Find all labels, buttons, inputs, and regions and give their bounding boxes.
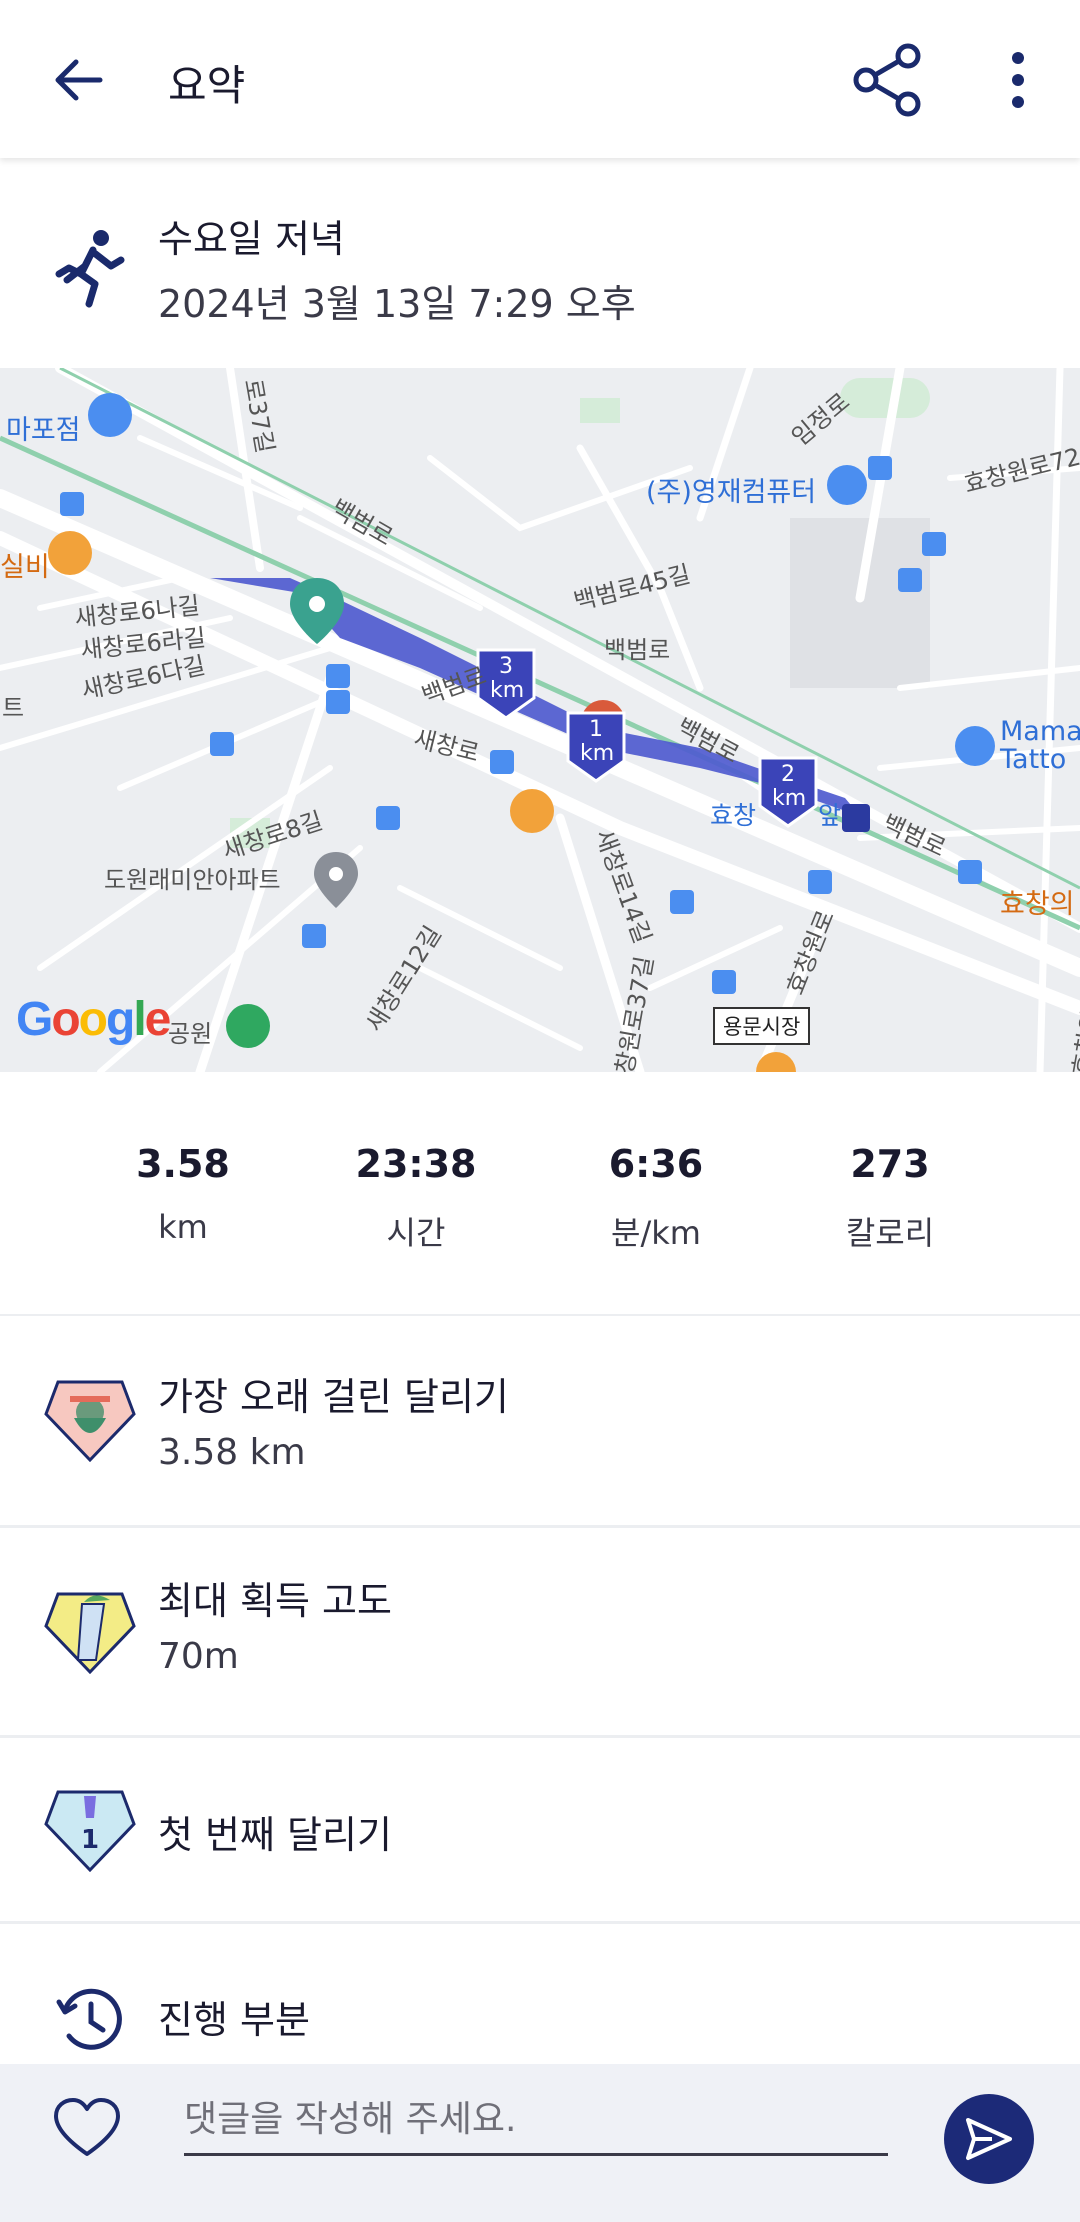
workout-header: 수요일 저녁 2024년 3월 13일 7:29 오후 — [0, 158, 1080, 368]
workout-name: 수요일 저녁 — [158, 217, 345, 261]
km-marker-2: 2 km — [772, 762, 807, 811]
stats-row: 3.58 km 23:38 시간 6:36 분/km 273 칼로리 — [0, 1072, 1080, 1316]
map-label-youngjae: (주)영재컴퓨터 — [646, 477, 817, 508]
map-label-tatto: Tatto — [1000, 744, 1067, 775]
stat-value: 6:36 — [608, 1142, 704, 1186]
map-label-mama: Mama — [1000, 716, 1080, 747]
progress-label: 진행 부분 — [158, 1998, 310, 2042]
route-map[interactable]: 3 km 1 km 2 km 마포점 실비 새창로6나길 새창로6라길 새창로6다길 … — [0, 368, 1080, 1072]
share-button[interactable] — [850, 42, 926, 118]
share-icon — [853, 43, 921, 117]
progress-clock-icon — [56, 1988, 122, 2050]
comment-input[interactable] — [184, 2086, 888, 2156]
km-marker-1: 1 km — [580, 717, 615, 766]
comment-bar — [0, 2064, 1080, 2222]
stat-value: 273 — [850, 1142, 930, 1186]
map-label-park: 공원 — [168, 1020, 213, 1048]
svg-text:1: 1 — [81, 1825, 99, 1855]
map-label-hyochang-right: 효창의 — [1000, 889, 1075, 920]
stat-unit: 시간 — [386, 1214, 446, 1252]
google-logo: Google — [16, 993, 171, 1046]
map-label-market: 용문시장 — [713, 1007, 811, 1045]
stat-unit: 칼로리 — [845, 1214, 935, 1252]
running-icon — [55, 230, 125, 308]
achievement-value: 3.58 km — [158, 1432, 306, 1473]
arrow-left-icon — [55, 59, 103, 101]
first-run-badge-icon: 1 — [44, 1790, 136, 1872]
page-title: 요약 — [168, 61, 246, 110]
map-label-teu: 트 — [2, 694, 25, 722]
like-button[interactable] — [52, 2094, 122, 2164]
map-label-baekbeom-2: 백범로 — [604, 636, 671, 664]
achievement-longest-run[interactable]: 가장 오래 걸린 달리기 3.58 km — [0, 1316, 1080, 1528]
achievement-first-run[interactable]: 1 첫 번째 달리기 — [0, 1738, 1080, 1924]
workout-datetime: 2024년 3월 13일 7:29 오후 — [158, 282, 636, 326]
map-label-hyochang-ap: 앞 — [818, 801, 842, 830]
more-options-button[interactable] — [990, 48, 1040, 112]
more-vertical-icon — [1012, 52, 1024, 108]
back-button[interactable] — [50, 50, 110, 110]
elevation-badge-icon — [44, 1592, 136, 1674]
map-label-mapo: 마포점 — [6, 415, 81, 446]
stat-time: 23:38 시간 — [306, 1142, 526, 1254]
map-label-dowon: 도원래미안아파트 — [104, 866, 281, 894]
send-icon — [966, 2118, 1012, 2160]
map-canvas — [0, 368, 1080, 1072]
achievement-elevation[interactable]: 최대 획득 고도 70m — [0, 1528, 1080, 1738]
map-label-hyochang-station: 효창 — [710, 801, 757, 830]
progress-section[interactable]: 진행 부분 — [0, 1924, 1080, 2064]
app-bar: 요약 — [0, 0, 1080, 158]
km-marker-3: 3 km — [490, 654, 525, 703]
heart-icon — [54, 2098, 120, 2156]
stat-unit: km — [158, 1208, 208, 1246]
achievement-title: 첫 번째 달리기 — [158, 1813, 392, 1857]
stat-unit: 분/km — [611, 1214, 701, 1252]
achievement-title: 가장 오래 걸린 달리기 — [158, 1375, 509, 1419]
stat-distance: 3.58 km — [73, 1142, 293, 1246]
stat-value: 23:38 — [355, 1142, 477, 1186]
map-label-silbi: 실비 — [0, 552, 50, 583]
stat-value: 3.58 — [136, 1142, 230, 1186]
achievement-value: 70m — [158, 1636, 239, 1677]
longest-run-badge-icon — [44, 1380, 136, 1462]
stat-pace: 6:36 분/km — [546, 1142, 766, 1254]
stat-calories: 273 칼로리 — [780, 1142, 1000, 1254]
achievement-title: 최대 획득 고도 — [158, 1579, 392, 1623]
send-button[interactable] — [944, 2094, 1034, 2184]
